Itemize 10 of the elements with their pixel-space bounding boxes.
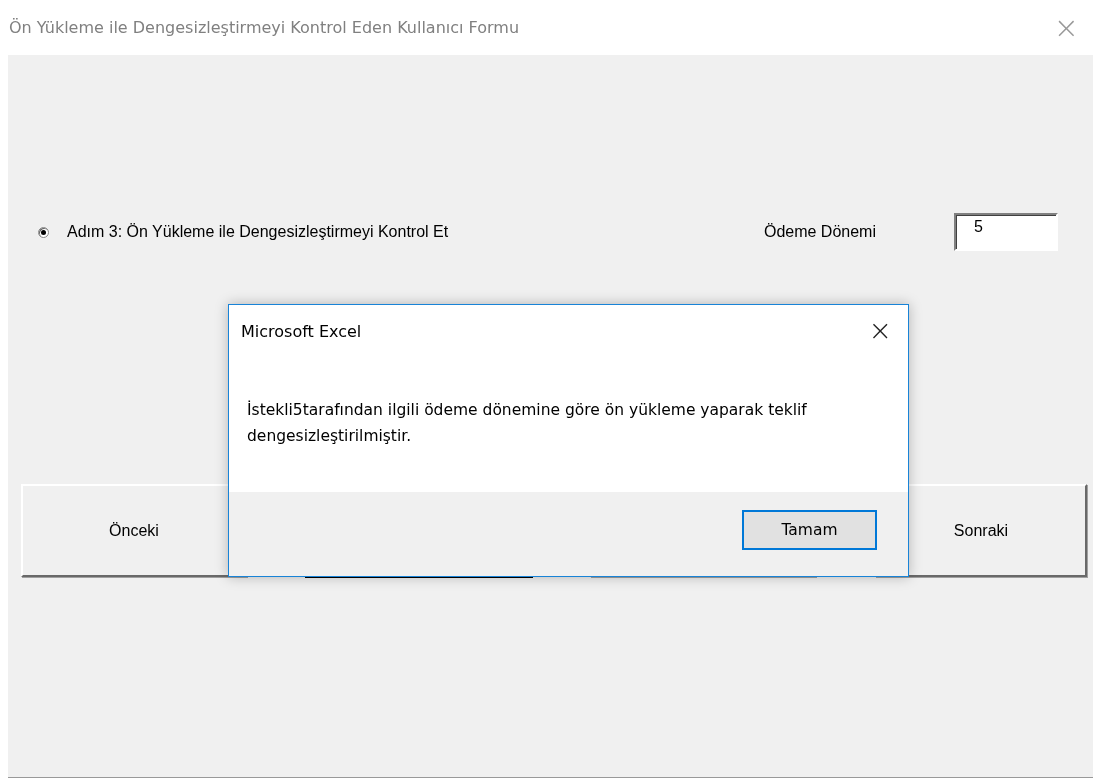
form-button[interactable]: Önceki bbox=[21, 484, 247, 577]
dialog-title: Microsoft Excel bbox=[241, 321, 362, 341]
dialog-message: İstekli5tarafından ilgili ödeme dönemine göre ön yükleme yaparak teklif dengesizleştirilmiştir. bbox=[247, 399, 808, 447]
input-field[interactable]: 5 bbox=[954, 213, 1058, 251]
radio-label: Adım 3: Ön Yükleme ile Dengesizleştirmeyi Kontrol Et bbox=[67, 223, 449, 241]
ok-button[interactable]: Tamam bbox=[742, 510, 877, 550]
radio-button[interactable] bbox=[38, 226, 49, 238]
close-button[interactable]: × bbox=[864, 317, 896, 345]
window-title: Ön Yükleme ile Dengesizleştirmeyi Kontrol Eden Kullanıcı Formu bbox=[9, 18, 519, 37]
field-label: Ödeme Dönemi bbox=[763, 223, 876, 241]
